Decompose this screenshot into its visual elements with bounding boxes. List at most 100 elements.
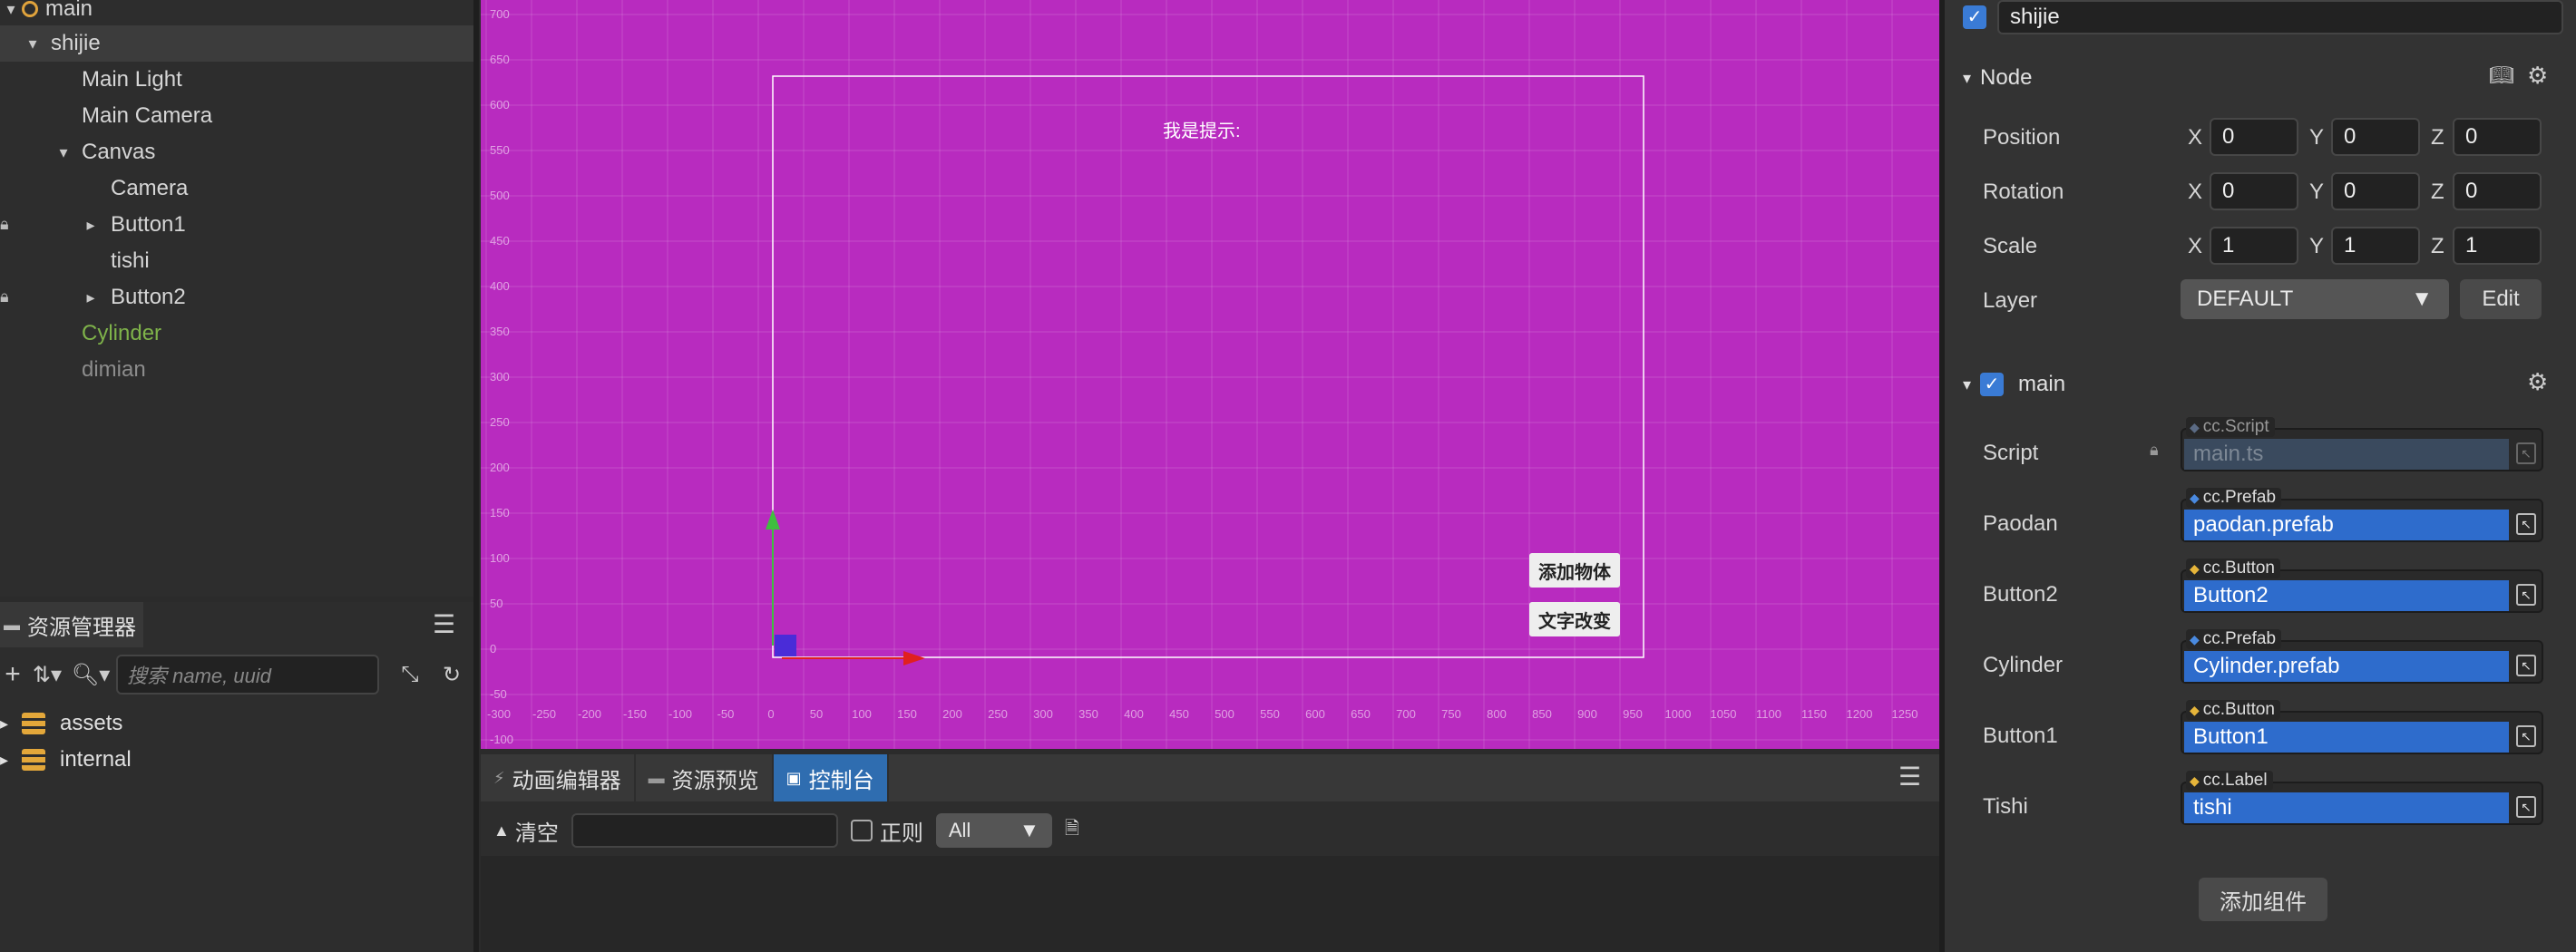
hier-item-button1[interactable]: 🔒︎ ▸ Button1 [0, 207, 473, 243]
node-name-input[interactable]: shijie [1997, 0, 2563, 34]
refresh-icon[interactable]: ↻ [434, 662, 470, 688]
hier-item-shijie[interactable]: ▾ shijie [0, 25, 473, 62]
type-diamond-icon: ◆ [2190, 631, 2200, 646]
x-tick-label: 250 [988, 707, 1008, 721]
hier-item-main-light[interactable]: Main Light [0, 62, 473, 98]
expand-arrow-icon[interactable]: ▸ [80, 288, 102, 307]
asset-item-assets[interactable]: ▸ assets [0, 705, 473, 742]
position-x-field[interactable]: 0 [2210, 118, 2298, 156]
node-active-checkbox[interactable]: ✓ [1963, 5, 1986, 29]
panel-menu-icon[interactable]: ☰ [1898, 762, 1921, 792]
open-log-file-icon[interactable]: 🗎 [1065, 815, 1079, 846]
prop-field-script[interactable]: ◆ cc.Script main.ts ↖ [2181, 417, 2543, 471]
sort-icon[interactable]: ⇅▾ [29, 662, 65, 688]
asset-item-internal[interactable]: ▸ internal [0, 742, 473, 778]
x-tick-label: 800 [1487, 707, 1507, 721]
rotation-y-field[interactable]: 0 [2331, 172, 2420, 210]
search-icon[interactable]: 🔍︎▾ [71, 662, 111, 688]
add-icon[interactable]: + [2, 659, 24, 690]
expand-arrow-icon[interactable]: ▸ [80, 216, 102, 235]
panel-menu-icon[interactable]: ☰ [433, 609, 455, 639]
layer-edit-button[interactable]: Edit [2460, 279, 2542, 319]
regex-toggle[interactable]: 正则 [850, 815, 923, 847]
picker-icon[interactable]: ↖ [2516, 655, 2536, 676]
hier-item-main[interactable]: ▾ main [0, 0, 473, 27]
lock-icon[interactable]: 🔒︎ [0, 287, 9, 306]
lock-icon[interactable]: 🔒︎ [2150, 441, 2159, 460]
hier-item-label: Cylinder [82, 321, 162, 345]
hier-item-cylinder[interactable]: Cylinder [0, 316, 473, 352]
collapse-arrow-icon[interactable]: ▾ [1963, 375, 1971, 394]
prop-field-cylinder[interactable]: ◆ cc.Prefab Cylinder.prefab ↖ [2181, 629, 2543, 684]
clear-button[interactable]: ▲ 清空 [493, 815, 559, 847]
component-title: main [2018, 372, 2066, 396]
layer-label: Layer [1983, 288, 2038, 313]
scale-z-field[interactable]: 1 [2453, 227, 2542, 265]
prop-label-script: Script [1983, 441, 2039, 465]
layer-select[interactable]: DEFAULT ▼ [2181, 279, 2449, 319]
picker-icon[interactable]: ↖ [2516, 796, 2536, 818]
x-tick-label: 650 [1351, 707, 1371, 721]
prop-label-paodan: Paodan [1983, 511, 2058, 536]
panel-divider[interactable] [473, 0, 479, 952]
position-z-field[interactable]: 0 [2453, 118, 2542, 156]
collapse-arrow-icon[interactable]: ▾ [53, 143, 74, 162]
y-tick-label: 450 [490, 234, 510, 248]
prop-field-tishi[interactable]: ◆ cc.Label tishi ↖ [2181, 771, 2543, 825]
tab-console[interactable]: ▣ 控制台 [773, 754, 889, 801]
hier-item-dimian[interactable]: dimian [0, 352, 473, 388]
prop-field-paodan[interactable]: ◆ cc.Prefab paodan.prefab ↖ [2181, 488, 2543, 542]
gear-icon[interactable]: ⚙ [2527, 368, 2548, 396]
collapse-arrow-icon[interactable]: ▾ [22, 34, 44, 53]
hier-item-canvas[interactable]: ▾ Canvas [0, 134, 473, 170]
hier-item-tishi[interactable]: tishi [0, 243, 473, 279]
log-level-select[interactable]: All ▼ [935, 813, 1052, 848]
hier-item-label: tishi [111, 248, 150, 273]
folder-icon: ▬ [648, 768, 665, 787]
scene-add-object-button[interactable]: 添加物体 [1529, 553, 1620, 588]
scene-change-text-button[interactable]: 文字改变 [1529, 602, 1620, 636]
assets-search-input[interactable]: 搜索 name, uuid [116, 655, 379, 695]
hier-item-camera[interactable]: Camera [0, 170, 473, 207]
collapse-all-icon[interactable]: ⤡ [392, 662, 428, 687]
picker-icon[interactable]: ↖ [2516, 442, 2536, 464]
prop-field-button2[interactable]: ◆ cc.Button Button2 ↖ [2181, 559, 2543, 613]
scene-view[interactable]: -300 -250 -200 -150 -100 -50 0 50 100 150 200 250 30… [481, 0, 1939, 749]
rotation-z-field[interactable]: 0 [2453, 172, 2542, 210]
lock-icon[interactable]: 🔒︎ [0, 215, 9, 234]
component-section-header[interactable]: ▾ ✓ main [1963, 366, 2065, 403]
scale-y-field[interactable]: 1 [2331, 227, 2420, 265]
folder-icon: ▬ [4, 615, 20, 634]
x-tick-label: 500 [1215, 707, 1234, 721]
picker-icon[interactable]: ↖ [2516, 725, 2536, 747]
expand-arrow-icon[interactable]: ▸ [0, 751, 13, 770]
prop-field-button1[interactable]: ◆ cc.Button Button1 ↖ [2181, 700, 2543, 754]
picker-icon[interactable]: ↖ [2516, 584, 2536, 606]
gear-icon[interactable]: ⚙ [2527, 62, 2548, 90]
bottom-tabs: ⚡ 动画编辑器 ▬ 资源预览 ▣ 控制台 [481, 754, 1939, 801]
console-filter-input[interactable] [571, 813, 838, 848]
hier-item-button2[interactable]: 🔒︎ ▸ Button2 [0, 279, 473, 316]
tab-animation-editor[interactable]: ⚡ 动画编辑器 [481, 754, 636, 801]
picker-icon[interactable]: ↖ [2516, 513, 2536, 535]
prop-value: Cylinder.prefab [2184, 651, 2509, 682]
component-enabled-checkbox[interactable]: ✓ [1980, 373, 2005, 396]
console-log-area[interactable] [481, 856, 1939, 952]
hier-item-main-camera[interactable]: Main Camera [0, 98, 473, 134]
prop-label-tishi: Tishi [1983, 794, 2028, 819]
axis-z-label: Z [2431, 180, 2444, 204]
scale-x-field[interactable]: 1 [2210, 227, 2298, 265]
y-tick-label: 250 [490, 415, 510, 429]
tab-assets[interactable]: ▬ 资源管理器 [0, 602, 143, 647]
type-tag: ◆ cc.Label [2186, 771, 2273, 791]
tab-asset-preview[interactable]: ▬ 资源预览 [636, 754, 774, 801]
position-y-field[interactable]: 0 [2331, 118, 2420, 156]
collapse-arrow-icon[interactable]: ▾ [1963, 69, 1971, 88]
node-section-header[interactable]: ▾ Node [1963, 60, 2032, 96]
regex-checkbox[interactable] [850, 820, 873, 841]
collapse-arrow-icon[interactable]: ▾ [0, 0, 22, 19]
expand-arrow-icon[interactable]: ▸ [0, 714, 13, 733]
add-component-button[interactable]: 添加组件 [2199, 878, 2327, 921]
book-icon[interactable]: 📖︎ [2489, 63, 2514, 87]
rotation-x-field[interactable]: 0 [2210, 172, 2298, 210]
